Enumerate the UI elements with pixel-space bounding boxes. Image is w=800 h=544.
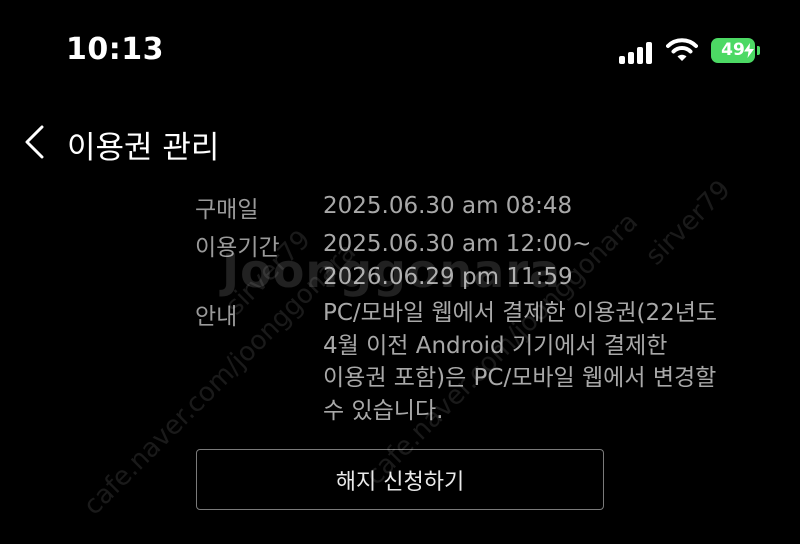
notice-line: 4월 이전 Android 기기에서 결제한 [323,332,668,359]
notice-line: 수 있습니다. [323,397,444,424]
back-button[interactable] [18,124,54,160]
cancel-subscription-button[interactable]: 해지 신청하기 [196,449,604,510]
purchase-date-value: 2025.06.30 am 08:48 [323,193,573,219]
chevron-left-icon [25,125,44,159]
battery-cap [757,46,760,55]
purchase-date-label: 구매일 [195,197,259,223]
page-title: 이용권 관리 [67,130,220,166]
battery-charging-icon: 49 [711,38,755,63]
notice-line: 이용권 포함)은 PC/모바일 웹에서 변경할 [323,365,717,391]
status-bar: 10:13 49 [0,0,800,100]
notice-text: PC/모바일 웹에서 결제한 이용권(22년도 4월 이전 Android 기기… [323,297,763,427]
header: 이용권 관리 [0,110,800,174]
status-time: 10:13 [66,32,164,67]
signal-icon [619,40,657,64]
notice-label: 안내 [195,304,238,330]
usage-period-value: 2025.06.30 am 12:00~ 2026.06.29 pm 11:59 [323,228,763,293]
notice-line: PC/모바일 웹에서 결제한 이용권(22년도 [323,300,718,326]
wifi-icon [666,38,698,61]
usage-period-end: 2026.06.29 pm 11:59 [323,263,573,290]
usage-period-label: 이용기간 [195,235,280,261]
bolt-icon [744,43,754,58]
usage-period-start: 2025.06.30 am 12:00~ [323,231,592,257]
